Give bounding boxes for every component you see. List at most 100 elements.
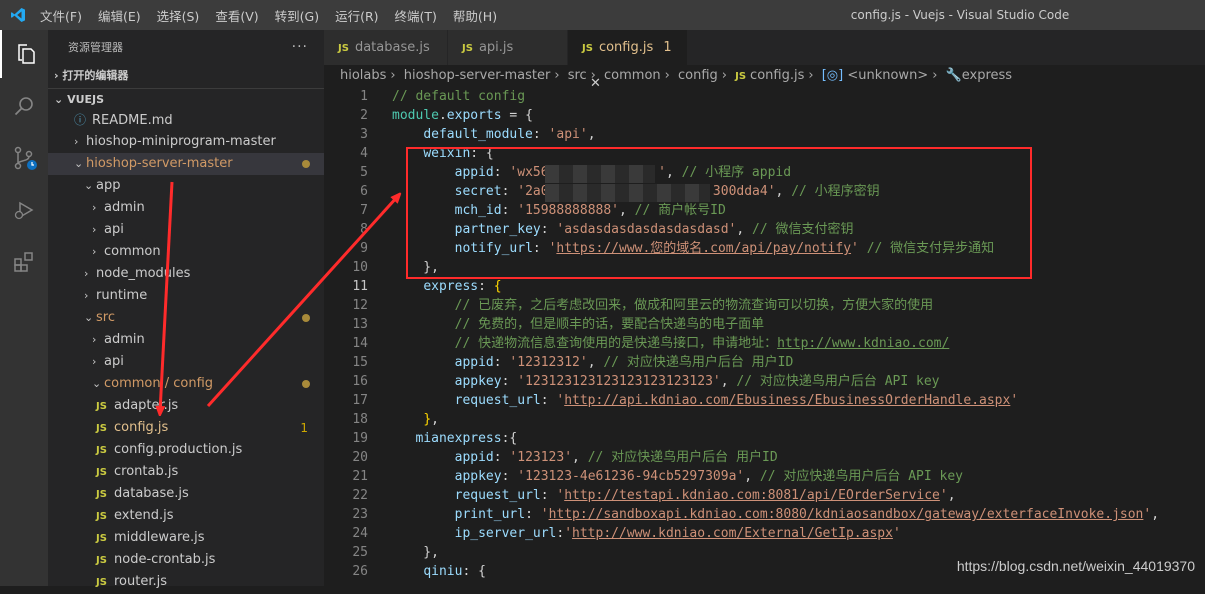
tree-item-label: admin bbox=[104, 332, 145, 347]
tree-item[interactable]: ⌄ hioshop-server-master bbox=[48, 153, 324, 175]
tree-item[interactable]: JS database.js bbox=[48, 483, 324, 505]
tree-item[interactable]: JS crontab.js bbox=[48, 461, 324, 483]
menu-item[interactable]: 转到(G) bbox=[275, 6, 319, 25]
code-token: . bbox=[438, 108, 447, 123]
tree-item[interactable]: › api bbox=[48, 219, 324, 241]
tree-item[interactable]: ⌄ app bbox=[48, 175, 324, 197]
tree-item[interactable]: JS config.production.js bbox=[48, 439, 324, 461]
chevron-right-icon: › bbox=[932, 68, 938, 83]
line-number: 9 bbox=[360, 241, 368, 256]
breadcrumb-item[interactable]: src bbox=[568, 68, 587, 83]
js-file-icon: JS bbox=[96, 511, 107, 522]
more-actions-icon[interactable]: ··· bbox=[292, 30, 308, 65]
tree-item[interactable]: JS middleware.js bbox=[48, 527, 324, 549]
code-token[interactable]: http://www.kdniao.com/External/GetIp.asp… bbox=[572, 526, 893, 541]
menu-item[interactable]: 选择(S) bbox=[157, 6, 200, 25]
workspace-section[interactable]: ⌄ VUEJS bbox=[48, 88, 324, 111]
menu-item[interactable]: 文件(F) bbox=[40, 6, 82, 25]
menu-item[interactable]: 帮助(H) bbox=[453, 6, 497, 25]
tree-item[interactable]: JS adapter.js bbox=[48, 395, 324, 417]
run-debug-icon[interactable] bbox=[0, 186, 48, 234]
breadcrumb-item[interactable]: hiolabs bbox=[340, 68, 386, 83]
tree-item[interactable]: › api bbox=[48, 351, 324, 373]
chevron-right-icon: › bbox=[92, 245, 97, 258]
tree-item[interactable]: › hioshop-miniprogram-master bbox=[48, 131, 324, 153]
tree-item[interactable]: › node_modules bbox=[48, 263, 324, 285]
tab-database-js[interactable]: JS database.js bbox=[324, 30, 448, 65]
line-number: 24 bbox=[352, 526, 368, 541]
breadcrumb-item[interactable]: config.js bbox=[750, 68, 804, 83]
code-token: : bbox=[540, 393, 557, 408]
code-token: , bbox=[744, 469, 760, 484]
tree-item[interactable]: JS extend.js bbox=[48, 505, 324, 527]
tree-item[interactable]: JS router.js bbox=[48, 571, 324, 593]
tree-item-label: api bbox=[104, 354, 124, 369]
code-token[interactable]: http://www.kdniao.com/ bbox=[777, 336, 949, 351]
tree-item[interactable]: JS node-crontab.js bbox=[48, 549, 324, 571]
tree-item[interactable]: ⌄ src bbox=[48, 307, 324, 329]
chevron-down-icon: ⌄ bbox=[84, 179, 94, 192]
tree-item-label: admin bbox=[104, 200, 145, 215]
menu-item[interactable]: 终端(T) bbox=[395, 6, 437, 25]
code-token[interactable]: http://testapi.kdniao.com:8081/api/EOrde… bbox=[564, 488, 940, 503]
breadcrumb-item[interactable]: <unknown> bbox=[847, 68, 928, 83]
explorer-icon[interactable] bbox=[0, 30, 48, 78]
breadcrumb-item[interactable]: hioshop-server-master bbox=[404, 68, 551, 83]
code-token: qiniu bbox=[423, 564, 463, 579]
breadcrumb-item[interactable]: config bbox=[678, 68, 718, 83]
menu-item[interactable]: 查看(V) bbox=[215, 6, 258, 25]
code-token: print_url bbox=[454, 507, 526, 522]
tree-item[interactable]: › admin bbox=[48, 197, 324, 219]
tree-item[interactable]: ⌄ common / config bbox=[48, 373, 324, 395]
menu-item[interactable]: 编辑(E) bbox=[98, 6, 141, 25]
search-icon[interactable] bbox=[0, 82, 48, 130]
code-token: ' bbox=[540, 507, 549, 522]
tree-item-label: hioshop-miniprogram-master bbox=[86, 134, 276, 149]
breadcrumb-item[interactable]: express bbox=[962, 68, 1012, 83]
js-file-icon: JS bbox=[735, 71, 747, 82]
breadcrumb-item[interactable]: common bbox=[604, 68, 661, 83]
tree-item[interactable]: JS config.js 1 bbox=[48, 417, 324, 439]
code-token: // 免费的，但是顺丰的话，要配合快递鸟的电子面单 bbox=[454, 317, 765, 332]
line-number: 3 bbox=[360, 127, 368, 142]
source-control-icon[interactable] bbox=[0, 134, 48, 182]
code-line: appid: '12312312', // 对应快递鸟用户后台 用户ID bbox=[392, 353, 1205, 372]
chevron-right-icon: › bbox=[84, 267, 89, 280]
symbol-icon: [◎] bbox=[821, 68, 844, 83]
tree-item-label: common bbox=[104, 244, 161, 259]
code-line: ip_server_url:'http://www.kdniao.com/Ext… bbox=[392, 524, 1205, 543]
code-line: appkey: '123123-4e61236-94cb5297309a', /… bbox=[392, 467, 1205, 486]
chevron-right-icon: › bbox=[390, 68, 396, 83]
tab-config-js[interactable]: JS config.js 1 ✕ bbox=[568, 30, 688, 91]
code-token[interactable]: http://sandboxapi.kdniao.com:8080/kdniao… bbox=[549, 507, 1144, 522]
chevron-down-icon: ⌄ bbox=[74, 157, 84, 170]
code-line: print_url: 'http://sandboxapi.kdniao.com… bbox=[392, 505, 1205, 524]
tab-api-js[interactable]: JS api.js bbox=[448, 30, 568, 65]
tree-item-label: config.production.js bbox=[114, 442, 243, 457]
tree-item[interactable]: ⓘ README.md bbox=[48, 109, 324, 131]
code-token: , bbox=[587, 355, 604, 370]
menu-item[interactable]: 运行(R) bbox=[335, 6, 378, 25]
tree-item-label: api bbox=[104, 222, 124, 237]
code-token: '123123-4e61236-94cb5297309a' bbox=[517, 469, 745, 484]
open-editors-section[interactable]: › 打开的编辑器 bbox=[48, 65, 324, 87]
code-token: request_url bbox=[454, 393, 541, 408]
code-token: , bbox=[431, 412, 439, 427]
code-token: : bbox=[478, 279, 494, 294]
extensions-icon[interactable] bbox=[0, 238, 48, 286]
window-title: config.js - Vuejs - Visual Studio Code bbox=[850, 8, 1070, 22]
line-number: 10 bbox=[352, 260, 368, 275]
open-editors-label: 打开的编辑器 bbox=[62, 69, 129, 82]
tree-item[interactable]: › common bbox=[48, 241, 324, 263]
tree-item[interactable]: › runtime bbox=[48, 285, 324, 307]
tree-item[interactable]: › admin bbox=[48, 329, 324, 351]
tree-item-label: src bbox=[96, 310, 115, 325]
tree-item-label: adapter.js bbox=[114, 398, 179, 413]
code-token: : { bbox=[462, 564, 486, 579]
code-token[interactable]: http://api.kdniao.com/Ebusiness/Ebusines… bbox=[564, 393, 1010, 408]
